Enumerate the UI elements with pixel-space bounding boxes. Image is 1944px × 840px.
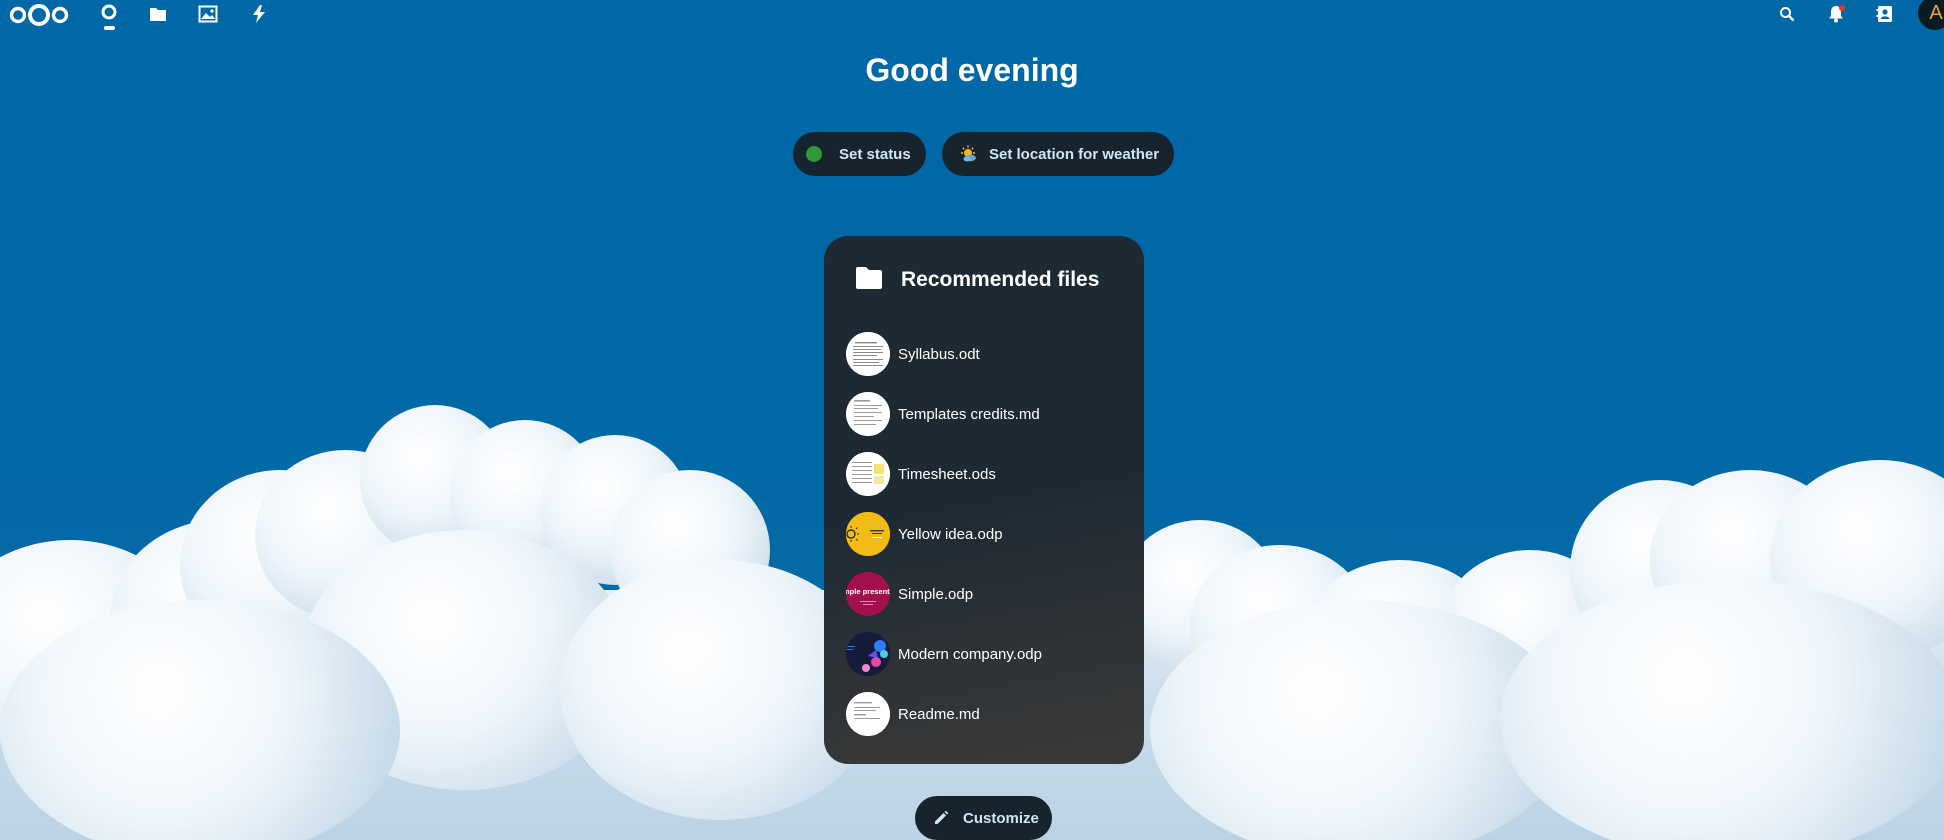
file-item[interactable]: Modern company.odp <box>846 630 1126 678</box>
photos-icon[interactable] <box>191 1 225 27</box>
set-status-button[interactable]: Set status <box>793 132 926 176</box>
file-item[interactable]: Templates credits.md <box>846 390 1126 438</box>
customize-label: Customize <box>963 809 1039 827</box>
avatar-initial: A <box>1929 1 1943 24</box>
file-name: Templates credits.md <box>898 405 1040 423</box>
greeting-heading: Good evening <box>865 52 1079 88</box>
folder-icon <box>856 267 882 289</box>
file-name: Timesheet.ods <box>898 465 996 483</box>
set-weather-location-button[interactable]: Set location for weather <box>942 132 1174 176</box>
file-name: Yellow idea.odp <box>898 525 1003 543</box>
file-item[interactable]: mple presentati Simple.odp <box>846 570 1126 618</box>
dashboard-icon[interactable] <box>92 1 126 27</box>
activity-icon[interactable] <box>242 1 276 27</box>
file-item[interactable]: Readme.md <box>846 690 1126 738</box>
files-icon[interactable] <box>141 1 175 27</box>
file-thumbnail <box>846 452 890 496</box>
search-icon[interactable] <box>1770 1 1804 27</box>
thumbnail-text: mple presentati <box>846 587 890 596</box>
top-bar: A <box>0 0 1944 30</box>
widget-title: Recommended files <box>901 268 1100 291</box>
active-indicator <box>104 26 115 30</box>
file-name: Modern company.odp <box>898 645 1042 663</box>
file-item[interactable]: Timesheet.ods <box>846 450 1126 498</box>
file-thumbnail <box>846 632 890 676</box>
recommended-files-widget: Recommended files Syllabus.odt Templates… <box>824 236 1144 764</box>
file-thumbnail <box>846 692 890 736</box>
file-name: Simple.odp <box>898 585 974 603</box>
online-status-icon <box>806 146 822 162</box>
weather-icon <box>958 145 978 163</box>
pencil-icon <box>933 810 949 826</box>
file-item[interactable]: Yellow idea.odp <box>846 510 1126 558</box>
set-status-label: Set status <box>839 145 911 163</box>
file-item[interactable]: Syllabus.odt <box>846 330 1126 378</box>
user-avatar[interactable]: A <box>1918 0 1944 30</box>
file-thumbnail <box>846 512 890 556</box>
set-weather-location-label: Set location for weather <box>989 145 1160 163</box>
file-name: Syllabus.odt <box>898 345 980 363</box>
file-name: Readme.md <box>898 705 980 723</box>
notification-badge <box>1839 5 1845 11</box>
contacts-icon[interactable] <box>1868 1 1902 27</box>
customize-button[interactable]: Customize <box>915 796 1052 840</box>
notifications-icon[interactable] <box>1819 1 1853 27</box>
file-thumbnail: mple presentati <box>846 572 890 616</box>
nextcloud-logo-icon[interactable] <box>8 2 70 28</box>
file-thumbnail <box>846 392 890 436</box>
file-thumbnail <box>846 332 890 376</box>
